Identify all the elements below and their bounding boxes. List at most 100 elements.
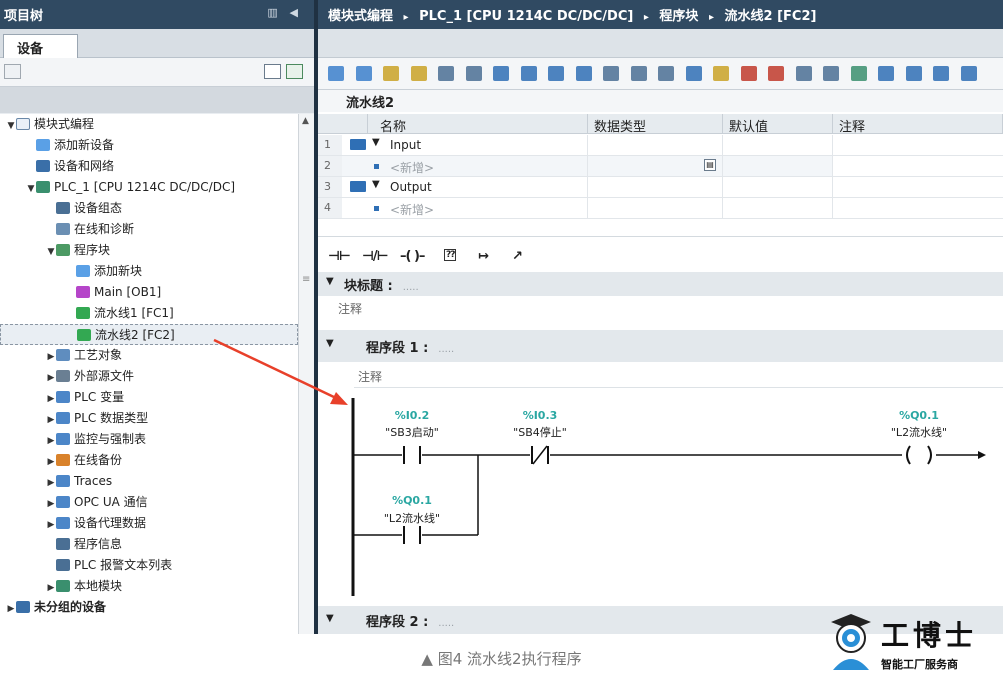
contact-tag[interactable]: "L2流水线": [368, 510, 456, 526]
contact-address[interactable]: %I0.2: [382, 409, 442, 422]
tree-item[interactable]: 添加新块: [0, 261, 298, 282]
breadcrumb-project[interactable]: 模块式编程: [328, 9, 393, 24]
tree-item[interactable]: ▶ 本地模块: [0, 576, 298, 597]
interface-row[interactable]: 1 ▼ Input: [318, 135, 1003, 156]
toolbar-button-icon[interactable]: [383, 66, 399, 81]
breadcrumb-block[interactable]: 流水线2 [FC2]: [725, 9, 817, 24]
contact-tag[interactable]: "SB4停止": [500, 424, 580, 440]
tree-item[interactable]: ▶ 工艺对象: [0, 345, 298, 366]
tree-item[interactable]: ▶ PLC 数据类型: [0, 408, 298, 429]
tree-item[interactable]: ▶ OPC UA 通信: [0, 492, 298, 513]
toolbar-button-icon[interactable]: [328, 66, 344, 81]
expand-icon[interactable]: ▶: [46, 515, 56, 536]
tree-item[interactable]: 在线和诊断: [0, 219, 298, 240]
tree-item[interactable]: ▶ PLC 变量: [0, 387, 298, 408]
open-branch-button[interactable]: ↦: [478, 249, 489, 264]
toolbar-button-icon[interactable]: [575, 66, 592, 81]
contact-address[interactable]: %I0.3: [510, 409, 570, 422]
tree-item[interactable]: 程序信息: [0, 534, 298, 555]
interface-row[interactable]: 2 <新增> ▤: [318, 156, 1003, 177]
datatype-picker-icon[interactable]: ▤: [704, 159, 716, 171]
toolbar-button-icon[interactable]: [740, 66, 757, 81]
tree-item[interactable]: 流水线2 [FC2]: [0, 324, 298, 345]
tree-item[interactable]: ▶ 未分组的设备: [0, 597, 298, 618]
tree-item[interactable]: ▶ Traces: [0, 471, 298, 492]
expand-icon[interactable]: ▶: [46, 494, 56, 515]
block-title-bar[interactable]: ▼ 块标题 :.....: [318, 272, 1003, 296]
interface-header-comment[interactable]: 注释: [833, 114, 1003, 135]
coil-button[interactable]: –( )–: [400, 249, 425, 264]
collapse-icon[interactable]: ▼: [326, 338, 334, 349]
toolbar-button-icon[interactable]: [850, 66, 867, 81]
expand-icon[interactable]: ▶: [46, 578, 56, 599]
expand-icon[interactable]: ▶: [46, 473, 56, 494]
toolbar-button-icon[interactable]: [603, 66, 619, 81]
collapse-icon[interactable]: ▼: [372, 179, 380, 190]
toolbar-button-icon[interactable]: [768, 66, 784, 81]
toolbar-button-icon[interactable]: [630, 66, 647, 81]
expand-icon[interactable]: ▶: [46, 431, 56, 452]
panel-collapse-icon[interactable]: ▥ ◀: [267, 6, 302, 19]
add-new-placeholder[interactable]: <新增>: [390, 201, 434, 218]
contact-sb3-start[interactable]: [403, 446, 421, 464]
collapse-icon[interactable]: ▼: [6, 116, 16, 137]
toolbar-button-icon[interactable]: [713, 66, 729, 81]
tree-item[interactable]: ▶ 设备代理数据: [0, 513, 298, 534]
collapse-icon[interactable]: ▼: [372, 137, 380, 148]
contact-address[interactable]: %Q0.1: [382, 494, 442, 507]
tree-view-icon[interactable]: [4, 64, 21, 79]
toolbar-button-icon[interactable]: [438, 66, 454, 81]
toolbar-button-icon[interactable]: [878, 66, 894, 81]
collapse-icon[interactable]: ▼: [26, 179, 36, 200]
expand-icon[interactable]: ▶: [46, 368, 56, 389]
tree-item[interactable]: 流水线1 [FC1]: [0, 303, 298, 324]
coil-l2-line[interactable]: [906, 445, 932, 465]
block-comment[interactable]: 注释: [338, 300, 362, 317]
tree-item[interactable]: ▼ 程序块: [0, 240, 298, 261]
contact-sb4-stop[interactable]: [531, 445, 549, 465]
no-contact-button[interactable]: ⊣⊢: [328, 249, 351, 264]
collapse-icon[interactable]: ▼: [326, 276, 334, 287]
tree-item[interactable]: ▶ 外部源文件: [0, 366, 298, 387]
expand-icon[interactable]: ▶: [46, 410, 56, 431]
tree-item[interactable]: PLC 报警文本列表: [0, 555, 298, 576]
collapse-icon[interactable]: ▼: [46, 242, 56, 263]
tree-scrollbar[interactable]: ▲ ≡: [298, 114, 314, 634]
toolbar-button-icon[interactable]: [658, 66, 674, 81]
tree-item[interactable]: ▼ PLC_1 [CPU 1214C DC/DC/DC]: [0, 177, 298, 198]
coil-tag[interactable]: "L2流水线": [876, 424, 962, 440]
toolbar-button-icon[interactable]: [685, 66, 702, 81]
collapse-icon[interactable]: ▼: [326, 613, 334, 624]
expand-icon[interactable]: ▶: [46, 347, 56, 368]
interface-header-datatype[interactable]: 数据类型: [588, 114, 723, 135]
table-view-icon[interactable]: [264, 64, 281, 79]
tree-item[interactable]: ▼ 模块式编程: [0, 114, 298, 135]
nc-contact-button[interactable]: ⊣/⊢: [362, 249, 388, 264]
interface-header-name[interactable]: 名称: [368, 114, 588, 135]
contact-tag[interactable]: "SB3启动": [372, 424, 452, 440]
scroll-up-icon[interactable]: ▲: [302, 116, 309, 126]
toolbar-button-icon[interactable]: [493, 66, 509, 81]
toolbar-button-icon[interactable]: [520, 66, 537, 81]
toolbar-button-icon[interactable]: [933, 66, 949, 81]
tree-item[interactable]: 设备和网络: [0, 156, 298, 177]
tab-devices[interactable]: 设备: [3, 34, 78, 59]
coil-address[interactable]: %Q0.1: [886, 409, 952, 422]
interface-header-default[interactable]: 默认值: [723, 114, 833, 135]
expand-icon[interactable]: ▶: [6, 599, 16, 620]
add-new-placeholder[interactable]: <新增>: [390, 159, 434, 176]
tree-item[interactable]: ▶ 在线备份: [0, 450, 298, 471]
interface-row[interactable]: 4 <新增>: [318, 198, 1003, 219]
tree-item[interactable]: Main [OB1]: [0, 282, 298, 303]
network-1-comment[interactable]: 注释: [354, 362, 1003, 388]
toolbar-button-icon[interactable]: [795, 66, 812, 81]
toolbar-button-icon[interactable]: [355, 66, 372, 81]
scroll-grip-icon[interactable]: ≡: [302, 274, 310, 285]
breadcrumb-program-blocks[interactable]: 程序块: [659, 9, 698, 24]
expand-icon[interactable]: ▶: [46, 389, 56, 410]
breadcrumb-plc[interactable]: PLC_1 [CPU 1214C DC/DC/DC]: [419, 9, 633, 24]
tree-item[interactable]: 添加新设备: [0, 135, 298, 156]
contact-q01-holding[interactable]: [403, 526, 421, 544]
empty-box-button[interactable]: ??: [444, 249, 457, 261]
toolbar-button-icon[interactable]: [823, 66, 839, 81]
